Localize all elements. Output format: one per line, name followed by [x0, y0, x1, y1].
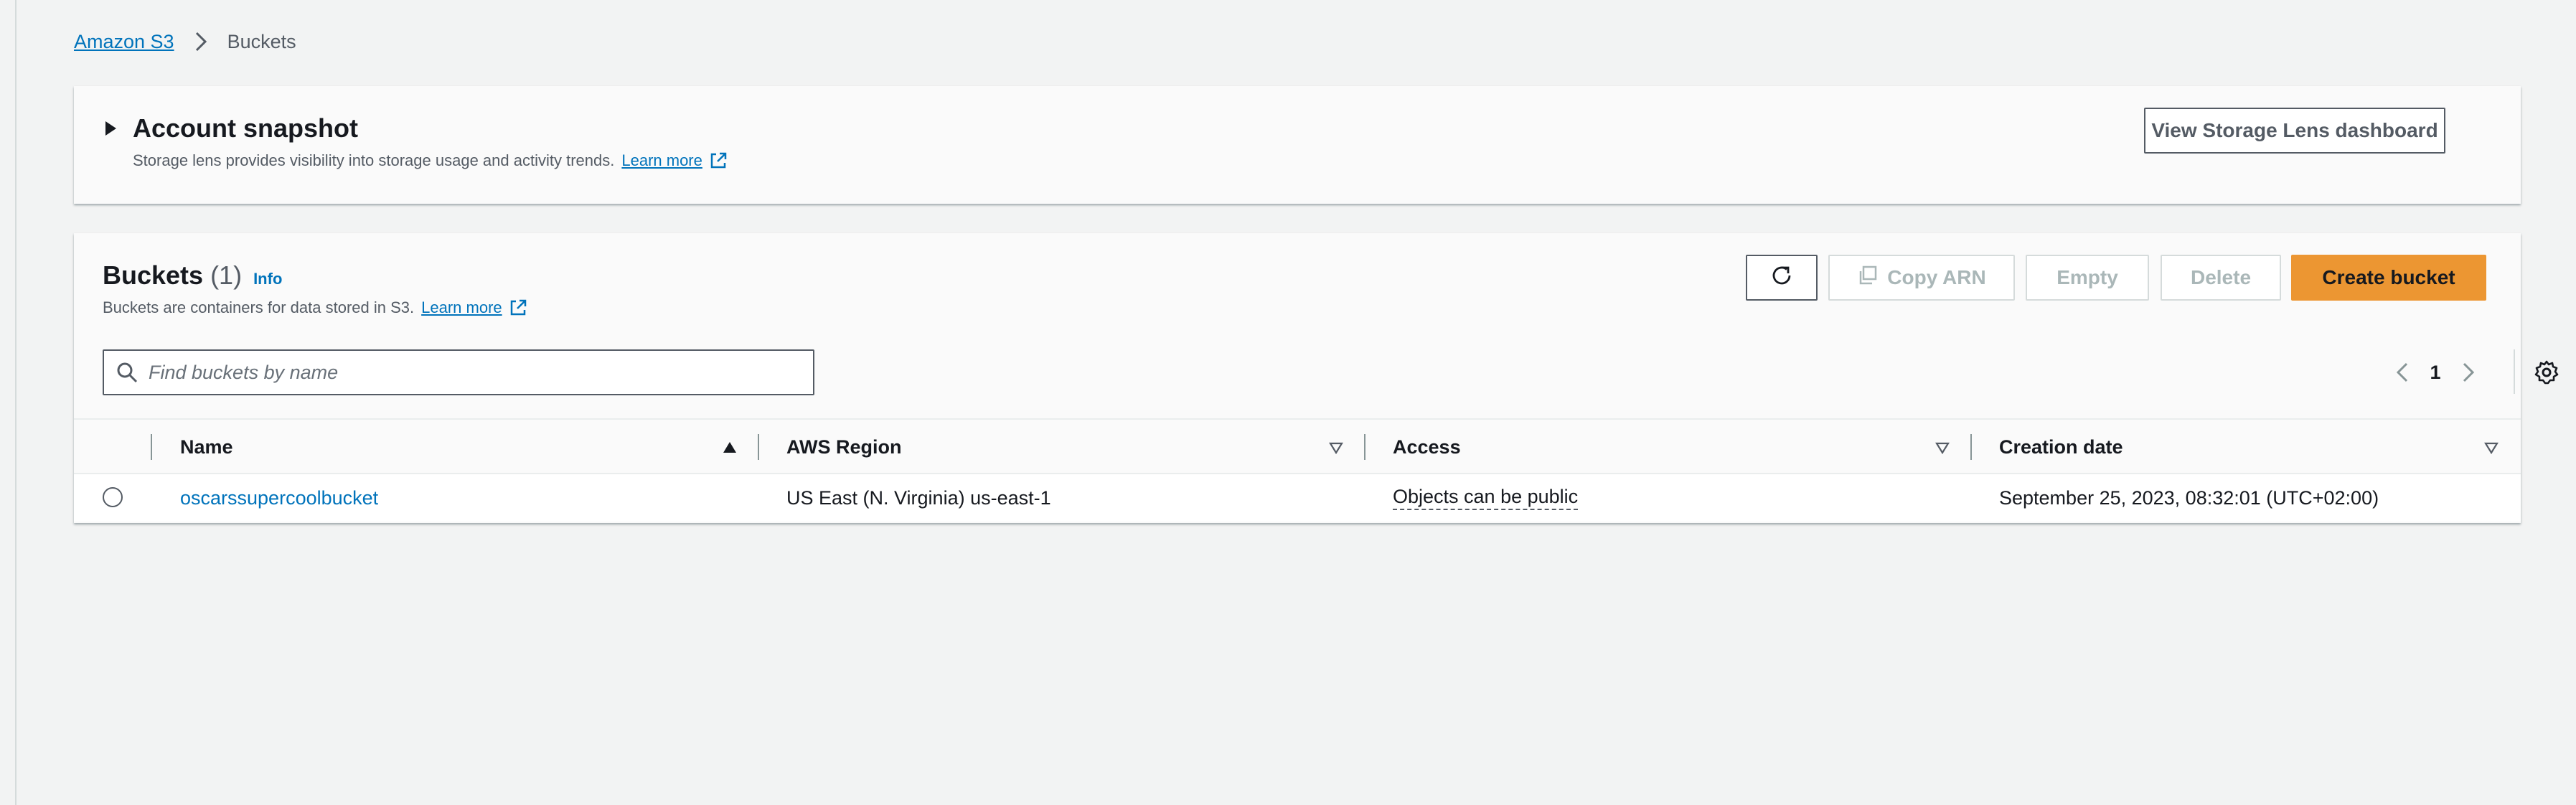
buckets-count: (1): [210, 260, 243, 290]
delete-button[interactable]: Delete: [2161, 255, 2281, 301]
refresh-icon: [1769, 263, 1794, 293]
account-snapshot-description: Storage lens provides visibility into st…: [133, 151, 728, 171]
table-row[interactable]: oscarssupercoolbucket US East (N. Virgin…: [74, 474, 2521, 522]
buckets-description-text: Buckets are containers for data stored i…: [103, 298, 415, 316]
info-link[interactable]: Info: [253, 270, 282, 288]
caret-right-icon[interactable]: [103, 121, 118, 136]
snapshot-learn-more-link[interactable]: Learn more: [621, 151, 702, 170]
external-link-icon: [708, 151, 728, 171]
copy-arn-button[interactable]: Copy ARN: [1828, 255, 2015, 301]
search-field: [103, 349, 814, 395]
buckets-header: Buckets (1) Info: [103, 260, 282, 291]
buckets-description: Buckets are containers for data stored i…: [103, 298, 528, 318]
bucket-access-text[interactable]: Objects can be public: [1393, 486, 1579, 510]
create-bucket-button[interactable]: Create bucket: [2291, 255, 2486, 301]
snapshot-description-text: Storage lens provides visibility into st…: [133, 151, 615, 169]
column-header-name[interactable]: Name: [180, 420, 233, 474]
breadcrumb-buckets: Buckets: [227, 30, 296, 52]
refresh-button[interactable]: [1746, 255, 1818, 301]
left-rail: [0, 0, 17, 805]
sort-unsorted-icon[interactable]: [1935, 440, 1950, 456]
view-storage-lens-button[interactable]: View Storage Lens dashboard: [2144, 108, 2445, 154]
pagination-divider: [2514, 349, 2515, 394]
buckets-title: Buckets: [103, 260, 204, 290]
bucket-access[interactable]: Objects can be public: [1393, 474, 1579, 522]
gear-icon[interactable]: [2531, 357, 2562, 388]
next-page-icon[interactable]: [2454, 355, 2483, 390]
sort-ascending-icon[interactable]: [722, 440, 738, 456]
chevron-right-icon: [187, 28, 215, 55]
column-header-creation-date[interactable]: Creation date: [1999, 420, 2123, 474]
search-icon: [116, 361, 138, 384]
breadcrumb-amazon-s3[interactable]: Amazon S3: [74, 31, 174, 53]
bucket-name-link[interactable]: oscarssupercoolbucket: [180, 474, 378, 522]
account-snapshot-title[interactable]: Account snapshot: [133, 113, 358, 143]
breadcrumb: Amazon S3 Buckets: [74, 27, 296, 56]
column-separator[interactable]: [1364, 434, 1365, 460]
column-separator[interactable]: [758, 434, 759, 460]
buckets-panel: Buckets (1) Info Buckets are containers …: [74, 233, 2559, 523]
search-input[interactable]: [149, 361, 794, 384]
current-page-number[interactable]: 1: [2417, 362, 2454, 384]
column-separator[interactable]: [1970, 434, 1972, 460]
buckets-learn-more-link[interactable]: Learn more: [421, 298, 502, 317]
column-separator: [151, 434, 152, 460]
sort-unsorted-icon[interactable]: [1328, 440, 1344, 456]
bucket-creation-date: September 25, 2023, 08:32:01 (UTC+02:00): [1999, 486, 2379, 509]
copy-icon: [1857, 265, 1879, 291]
sort-unsorted-icon[interactable]: [2483, 440, 2499, 456]
bucket-region: US East (N. Virginia) us-east-1: [786, 486, 1051, 509]
account-snapshot-panel: Account snapshot Storage lens provides v…: [74, 86, 2521, 204]
column-header-region[interactable]: AWS Region: [786, 420, 902, 474]
column-header-access[interactable]: Access: [1393, 420, 1461, 474]
row-select-radio[interactable]: [103, 487, 123, 507]
pagination: 1: [2388, 355, 2483, 390]
table-header: Name AWS Region Access Creation date: [74, 418, 2521, 474]
external-link-icon: [508, 298, 528, 318]
previous-page-icon[interactable]: [2388, 355, 2417, 390]
copy-arn-label: Copy ARN: [1887, 266, 1986, 288]
empty-button[interactable]: Empty: [2026, 255, 2149, 301]
